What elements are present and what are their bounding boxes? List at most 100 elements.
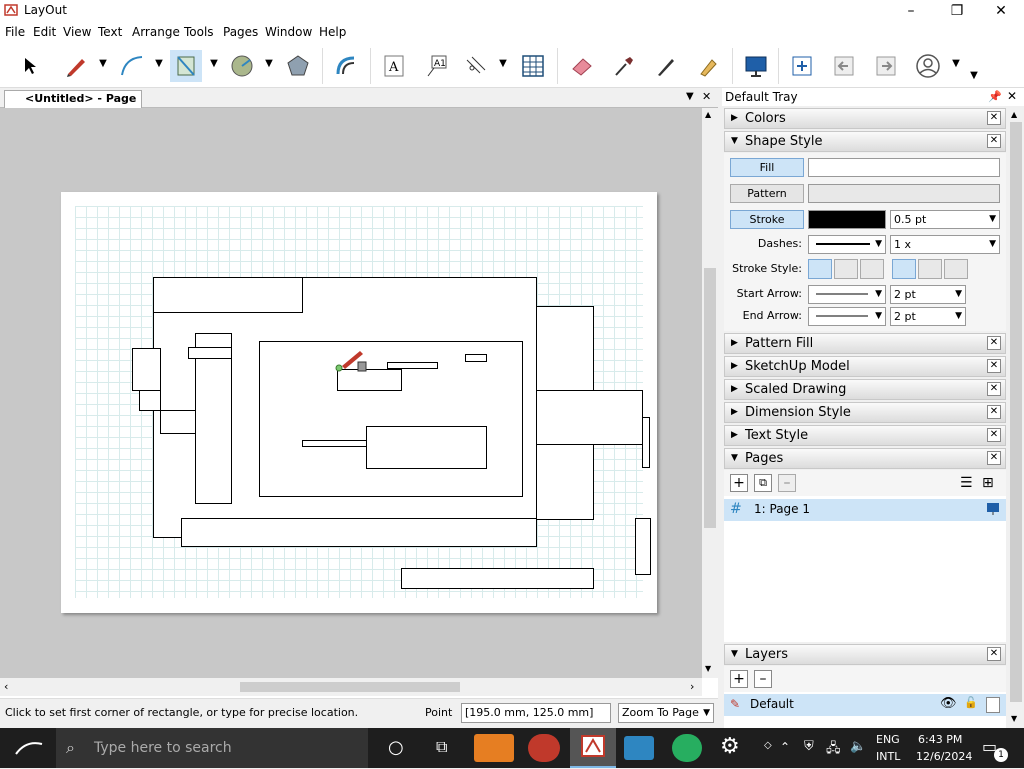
panel-sketchup-model[interactable]: ▶ SketchUp Model ✕ <box>724 356 1006 377</box>
stroke-width-select[interactable]: 0.5 pt ▼ <box>890 210 1000 229</box>
scroll-down-icon[interactable]: ▼ <box>705 664 711 673</box>
horizontal-scroll-thumb[interactable] <box>240 682 460 692</box>
panel-pattern-fill[interactable]: ▶ Pattern Fill ✕ <box>724 333 1006 354</box>
point-value-field[interactable]: [195.0 mm, 125.0 mm] <box>461 703 611 723</box>
close-panel-icon[interactable]: ✕ <box>987 359 1001 373</box>
rectangle-dropdown-icon[interactable]: ▼ <box>208 58 220 70</box>
menu-file[interactable]: File <box>5 25 25 39</box>
join-miter-icon[interactable] <box>808 259 832 279</box>
security-icon[interactable]: ⛨ <box>804 739 814 754</box>
dimension-dropdown-icon[interactable]: ▼ <box>497 58 509 70</box>
close-panel-icon[interactable]: ✕ <box>987 336 1001 350</box>
end-arrow-select[interactable]: ▼ <box>808 307 886 326</box>
cap-flat-icon[interactable] <box>892 259 916 279</box>
task-view-icon[interactable]: ⧉ <box>436 737 447 757</box>
fill-color-swatch[interactable] <box>808 158 1000 177</box>
drawn-rectangle[interactable] <box>401 568 594 589</box>
panel-shape-style[interactable]: ▼ Shape Style ✕ <box>724 131 1006 152</box>
circle-icon[interactable] <box>226 50 258 82</box>
presentation-icon[interactable] <box>986 502 1000 519</box>
pattern-button[interactable]: Pattern <box>730 184 804 203</box>
language-top[interactable]: ENG <box>876 733 900 746</box>
join-icon[interactable] <box>692 50 724 82</box>
scroll-up-icon[interactable]: ▲ <box>705 110 711 119</box>
pin-icon[interactable]: 📌 <box>988 90 1002 103</box>
close-panel-icon[interactable]: ✕ <box>987 134 1001 148</box>
globe-app-icon[interactable] <box>672 734 702 762</box>
end-arrow-size-select[interactable]: 2 pt ▼ <box>890 307 966 326</box>
layout-taskbar-icon[interactable] <box>570 728 616 768</box>
table-icon[interactable] <box>517 50 549 82</box>
join-round-icon[interactable] <box>834 259 858 279</box>
start-arrow-select[interactable]: ▼ <box>808 285 886 304</box>
panel-pages[interactable]: ▼ Pages ✕ <box>724 448 1006 469</box>
vertical-scrollbar[interactable]: ▲ ▼ <box>702 108 718 678</box>
dimension-icon[interactable] <box>460 50 492 82</box>
panel-layers[interactable]: ▼ Layers ✕ <box>724 644 1006 665</box>
text-icon[interactable]: A <box>378 50 410 82</box>
app-icon[interactable] <box>528 734 560 762</box>
circle-dropdown-icon[interactable]: ▼ <box>263 58 275 70</box>
arc-dropdown-icon[interactable]: ▼ <box>153 58 165 70</box>
drawn-rectangle[interactable] <box>635 518 651 575</box>
offset-icon[interactable] <box>330 50 362 82</box>
close-tab-icon[interactable]: ✕ <box>702 90 711 103</box>
panel-scaled-drawing[interactable]: ▶ Scaled Drawing ✕ <box>724 379 1006 400</box>
network-icon[interactable]: 🖧 <box>826 739 841 761</box>
list-view-icon[interactable]: ☰ <box>960 475 973 491</box>
tab-list-dropdown-icon[interactable]: ▼ <box>686 91 694 102</box>
drawn-rectangle[interactable] <box>132 348 161 391</box>
tray-scrollbar[interactable]: ▲ ▼ <box>1008 108 1024 728</box>
menu-text[interactable]: Text <box>98 25 122 39</box>
vertical-scroll-thumb[interactable] <box>704 268 716 528</box>
scroll-taskbar-icon[interactable]: ◇ <box>764 740 772 751</box>
close-panel-icon[interactable]: ✕ <box>987 451 1001 465</box>
label-icon[interactable]: A1 <box>420 50 452 82</box>
presentation-icon[interactable] <box>740 50 772 82</box>
eraser-icon[interactable] <box>566 50 598 82</box>
close-tray-icon[interactable]: ✕ <box>1007 89 1017 103</box>
drawing-canvas[interactable] <box>0 108 702 678</box>
clock-date[interactable]: 12/6/2024 <box>916 750 972 763</box>
cap-square-icon[interactable] <box>944 259 968 279</box>
stroke-button[interactable]: Stroke <box>730 210 804 229</box>
drawn-rectangle[interactable] <box>642 417 650 468</box>
close-panel-icon[interactable]: ✕ <box>987 111 1001 125</box>
add-page-icon[interactable]: + <box>730 474 748 492</box>
previous-page-icon[interactable] <box>828 50 860 82</box>
start-arrow-size-select[interactable]: 2 pt ▼ <box>890 285 966 304</box>
menu-help[interactable]: Help <box>319 25 346 39</box>
pencil-dropdown-icon[interactable]: ▼ <box>97 58 109 70</box>
file-explorer-icon[interactable] <box>474 734 514 762</box>
menu-view[interactable]: View <box>63 25 91 39</box>
document-tab[interactable]: <Untitled> - Page 1 <box>4 90 142 121</box>
close-button[interactable]: ✕ <box>978 0 1024 22</box>
page-list-item[interactable]: # 1: Page 1 <box>724 499 1006 521</box>
drawn-rectangle[interactable] <box>188 347 232 359</box>
zoom-select[interactable]: Zoom To Page ▼ <box>618 703 714 723</box>
drawn-rectangle[interactable] <box>465 354 487 362</box>
settings-gear-icon[interactable]: ⚙ <box>720 734 740 759</box>
next-page-icon[interactable] <box>870 50 902 82</box>
scroll-left-icon[interactable]: ‹ <box>4 680 8 693</box>
layer-list-item[interactable]: ✎ Default 👁 🔓 <box>724 694 1006 716</box>
language-bottom[interactable]: INTL <box>876 750 900 763</box>
drawn-rectangle[interactable] <box>160 410 196 434</box>
add-layer-icon[interactable]: + <box>730 670 748 688</box>
account-icon[interactable] <box>912 50 944 82</box>
drawn-rectangle[interactable] <box>387 362 438 369</box>
delete-layer-icon[interactable]: – <box>754 670 772 688</box>
shared-layer-icon[interactable] <box>986 697 1000 713</box>
eyedropper-icon[interactable] <box>608 50 640 82</box>
duplicate-page-icon[interactable]: ⧉ <box>754 474 772 492</box>
drawn-rectangle[interactable] <box>153 277 303 313</box>
maximize-button[interactable]: ❐ <box>934 0 980 22</box>
split-icon[interactable] <box>650 50 682 82</box>
menu-window[interactable]: Window <box>265 25 312 39</box>
cap-round-icon[interactable] <box>918 259 942 279</box>
menu-edit[interactable]: Edit <box>33 25 56 39</box>
dashes-scale-select[interactable]: 1 x ▼ <box>890 235 1000 254</box>
dashes-select[interactable]: ▼ <box>808 235 886 254</box>
clock-time[interactable]: 6:43 PM <box>918 733 962 746</box>
drawn-rectangle[interactable] <box>139 388 161 411</box>
